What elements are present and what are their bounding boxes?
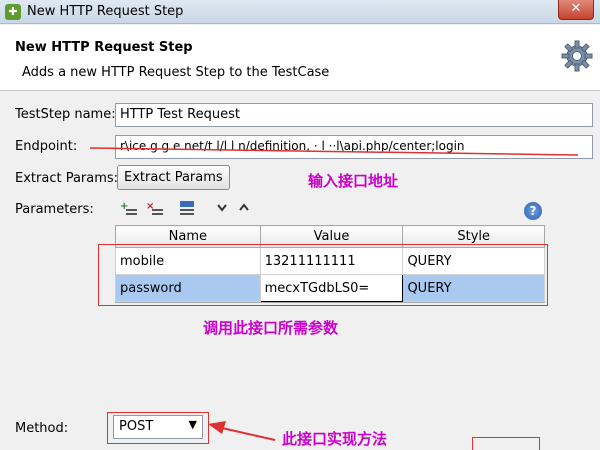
parameters-label: Parameters:: [15, 202, 94, 217]
endpoint-annotation: 输入接口地址: [308, 172, 399, 190]
extract-params-button[interactable]: Extract Params: [117, 165, 230, 190]
add-param-icon[interactable]: +: [120, 200, 138, 216]
app-icon: ✚: [5, 4, 21, 20]
params-highlight-box: [98, 244, 548, 306]
arrow-line: [221, 427, 276, 441]
window-title: New HTTP Request Step: [27, 4, 184, 19]
button-highlight-box: [472, 437, 540, 450]
close-button[interactable]: ✕: [558, 0, 594, 20]
move-down-icon[interactable]: [216, 200, 228, 214]
teststep-name-label: TestStep name:: [15, 107, 116, 122]
arrow-head: [208, 421, 226, 434]
help-icon[interactable]: ?: [524, 202, 542, 220]
endpoint-label: Endpoint:: [15, 139, 78, 154]
window-titlebar: ✚ New HTTP Request Step ✕: [0, 0, 600, 24]
move-up-icon[interactable]: [238, 200, 250, 214]
dialog-header: New HTTP Request Step Adds a new HTTP Re…: [0, 25, 600, 91]
teststep-name-input[interactable]: HTTP Test Request: [115, 103, 593, 127]
endpoint-input[interactable]: r\ice.g g e net/t l/l l n/definition, · …: [115, 135, 593, 159]
method-label: Method:: [15, 421, 69, 436]
method-highlight-box: [107, 412, 209, 444]
gear-icon: [561, 40, 593, 72]
params-annotation: 调用此接口所需参数: [203, 319, 339, 337]
url-param-icon[interactable]: [178, 200, 198, 216]
extract-params-label: Extract Params:: [15, 171, 119, 186]
header-title: New HTTP Request Step: [15, 40, 193, 55]
method-annotation: 此接口实现方法: [282, 430, 388, 448]
header-description: Adds a new HTTP Request Step to the Test…: [22, 65, 330, 80]
remove-param-icon[interactable]: ×: [146, 200, 164, 216]
